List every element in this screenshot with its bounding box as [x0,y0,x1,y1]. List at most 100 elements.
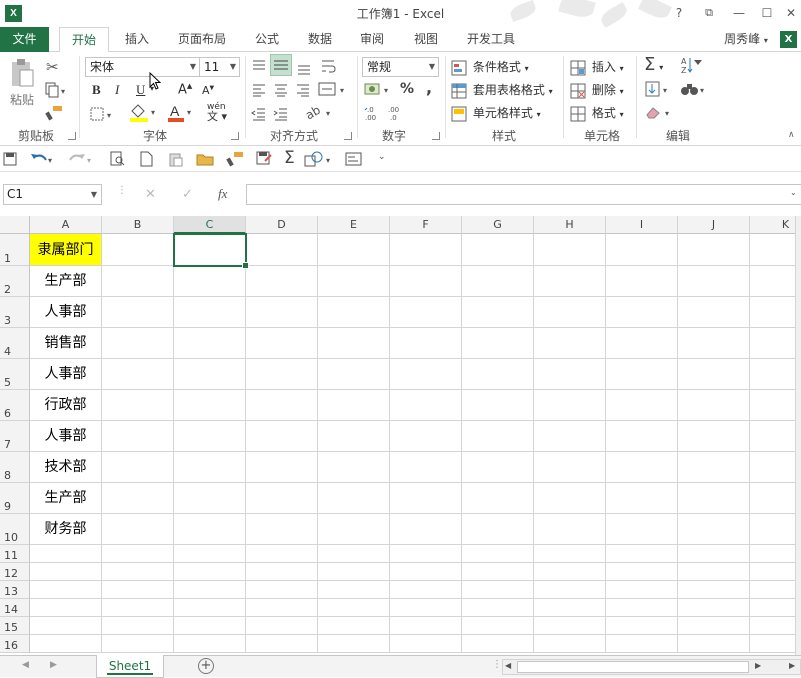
row-header-12[interactable]: 12 [0,563,30,581]
row-header-9[interactable]: 9 [0,483,30,514]
cell-k7[interactable] [750,421,795,452]
cell-c3[interactable] [174,297,246,328]
cell-a9[interactable]: 生产部 [30,483,102,514]
tab-developer[interactable]: 开发工具 [458,27,524,52]
cell-j3[interactable] [678,297,750,328]
cell-k3[interactable] [750,297,795,328]
cell-e3[interactable] [318,297,390,328]
sheet-tab-sheet1[interactable]: Sheet1 [96,655,164,678]
cell-k10[interactable] [750,514,795,545]
expand-formula-bar-button[interactable]: ⌄ [790,188,797,197]
format-cells-button[interactable]: 格式 ▾ [570,104,624,122]
italic-button[interactable]: I [115,82,119,98]
cell-g3[interactable] [462,297,534,328]
save-icon[interactable] [3,152,17,166]
comma-style-button[interactable]: , [426,78,432,97]
cell-h9[interactable] [534,483,606,514]
number-launcher[interactable] [432,132,440,140]
cell-d15[interactable] [246,617,318,635]
cell-h7[interactable] [534,421,606,452]
cell-d16[interactable] [246,635,318,653]
horizontal-scroll-thumb[interactable] [517,661,749,673]
open-folder-icon[interactable] [196,152,214,166]
tab-view[interactable]: 视图 [404,27,448,52]
cell-b3[interactable] [102,297,174,328]
cell-c8[interactable] [174,452,246,483]
align-center-button[interactable] [273,82,289,97]
cell-c11[interactable] [174,545,246,563]
cell-k14[interactable] [750,599,795,617]
wrap-text-button[interactable] [320,58,338,74]
cell-c16[interactable] [174,635,246,653]
cell-k15[interactable] [750,617,795,635]
cell-d6[interactable] [246,390,318,421]
cell-b9[interactable] [102,483,174,514]
cell-d7[interactable] [246,421,318,452]
row-header-13[interactable]: 13 [0,581,30,599]
cell-e5[interactable] [318,359,390,390]
cell-e12[interactable] [318,563,390,581]
cell-i8[interactable] [606,452,678,483]
vertical-scrollbar[interactable] [795,216,801,655]
cell-e8[interactable] [318,452,390,483]
cell-c4[interactable] [174,328,246,359]
cell-d4[interactable] [246,328,318,359]
cell-b6[interactable] [102,390,174,421]
cell-c14[interactable] [174,599,246,617]
prev-sheet-button[interactable]: ◀ [22,660,29,670]
cell-k4[interactable] [750,328,795,359]
cell-g15[interactable] [462,617,534,635]
cell-h12[interactable] [534,563,606,581]
decrease-font-button[interactable]: A▼ [202,84,214,97]
maximize-button[interactable]: ☐ [758,4,776,22]
borders-button[interactable]: ▾ [90,106,116,121]
cell-g10[interactable] [462,514,534,545]
cell-g9[interactable] [462,483,534,514]
middle-align-button[interactable] [270,54,292,76]
cell-f13[interactable] [390,581,462,599]
cell-h11[interactable] [534,545,606,563]
format-as-table-button[interactable]: 套用表格格式 ▾ [451,81,553,99]
cell-h15[interactable] [534,617,606,635]
increase-decimal-button[interactable]: .0.00 [364,104,384,122]
cell-j11[interactable] [678,545,750,563]
insert-cells-button[interactable]: 插入 ▾ [570,58,624,76]
cell-b7[interactable] [102,421,174,452]
cell-c5[interactable] [174,359,246,390]
column-header-a[interactable]: A [30,216,102,234]
decrease-decimal-button[interactable]: .00.0 [387,104,407,122]
cell-f2[interactable] [390,266,462,297]
cell-i6[interactable] [606,390,678,421]
cell-g14[interactable] [462,599,534,617]
cell-b2[interactable] [102,266,174,297]
cell-h3[interactable] [534,297,606,328]
cell-i5[interactable] [606,359,678,390]
cell-b14[interactable] [102,599,174,617]
cell-h5[interactable] [534,359,606,390]
cell-b5[interactable] [102,359,174,390]
select-all-button[interactable] [0,216,30,234]
cell-g11[interactable] [462,545,534,563]
cell-i16[interactable] [606,635,678,653]
cell-d5[interactable] [246,359,318,390]
row-header-7[interactable]: 7 [0,421,30,452]
cell-styles-button[interactable]: 单元格样式 ▾ [451,104,541,122]
cell-c12[interactable] [174,563,246,581]
print-preview-icon[interactable] [110,151,126,167]
cell-e15[interactable] [318,617,390,635]
accounting-format-button[interactable]: ▾ [364,81,394,97]
cell-a10[interactable]: 财务部 [30,514,102,545]
cell-a2[interactable]: 生产部 [30,266,102,297]
cell-f6[interactable] [390,390,462,421]
fill-color-button[interactable]: ▾ [128,102,160,122]
cell-j14[interactable] [678,599,750,617]
cell-a13[interactable] [30,581,102,599]
cell-d1[interactable] [246,234,318,266]
align-right-button[interactable] [295,82,311,97]
cell-a11[interactable] [30,545,102,563]
phonetic-button[interactable]: wén 文 ▾ [207,103,227,123]
cell-d14[interactable] [246,599,318,617]
cell-c13[interactable] [174,581,246,599]
cell-e13[interactable] [318,581,390,599]
scroll-left-button[interactable]: ◀ [505,661,511,670]
